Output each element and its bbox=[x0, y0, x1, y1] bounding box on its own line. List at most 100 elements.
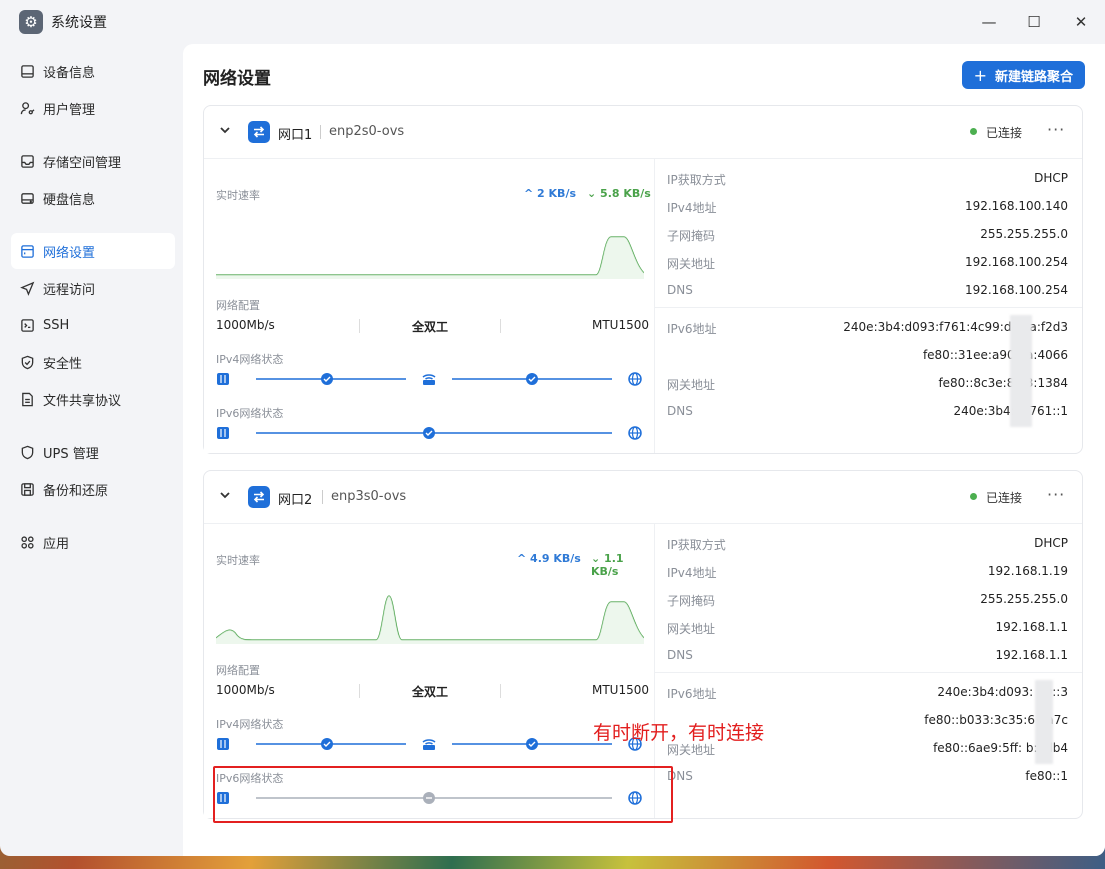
sidebar-item-label: 安全性 bbox=[43, 356, 83, 372]
info-row: 网关地址 192.168.1.1 bbox=[667, 620, 1068, 640]
info-key: DNS bbox=[667, 283, 693, 297]
divider bbox=[500, 684, 501, 698]
settings-window: ⚙ 系统设置 — ☐ ✕ 设备信息 用户管理 存储空间管理 硬盘信息 网络设置 … bbox=[0, 0, 1105, 856]
sidebar-item-label: 应用 bbox=[43, 536, 70, 552]
sidebar-item-user-management[interactable]: 用户管理 bbox=[11, 90, 175, 126]
sidebar-item-ssh[interactable]: SSH bbox=[11, 307, 175, 343]
info-key: IPv4地址 bbox=[667, 566, 717, 580]
sidebar-item-backup[interactable]: 备份和还原 bbox=[11, 471, 175, 507]
port-swap-icon bbox=[248, 486, 270, 508]
port-name: 网口2 bbox=[278, 493, 313, 508]
user-key-icon bbox=[19, 100, 35, 116]
port-name: 网口1 bbox=[278, 128, 313, 143]
plus-icon: + bbox=[973, 65, 987, 85]
sidebar-item-label: 网络设置 bbox=[43, 245, 96, 261]
link-speed: 1000Mb/s bbox=[216, 683, 275, 697]
terminal-icon bbox=[19, 317, 35, 333]
info-value: 240e:3b4:d093:f761:4c99:dc0 a:f2d3 bbox=[843, 320, 1068, 334]
monitor-icon bbox=[19, 63, 35, 79]
ipv6-status-flow bbox=[217, 426, 642, 440]
port-swap-icon bbox=[248, 121, 270, 143]
info-value: 192.168.1.19 bbox=[987, 564, 1068, 578]
duplex-mode: 全双工 bbox=[412, 320, 449, 334]
sidebar-item-device-info[interactable]: 设备信息 bbox=[11, 53, 175, 89]
info-value: fe80::1 bbox=[1025, 769, 1068, 783]
sidebar-item-network[interactable]: 网络设置 bbox=[11, 233, 175, 269]
port-device: enp2s0-ovs bbox=[329, 124, 405, 139]
info-row: IPv4地址 192.168.1.19 bbox=[667, 564, 1068, 584]
info-value: 192.168.1.1 bbox=[995, 648, 1068, 662]
port-card-header: 网口1 enp2s0-ovs 已连接 ··· bbox=[204, 106, 1082, 158]
info-row: DNS 192.168.100.254 bbox=[667, 283, 1068, 303]
sidebar-item-file-sharing[interactable]: 文件共享协议 bbox=[11, 381, 175, 417]
ipv4-status-flow bbox=[217, 372, 642, 386]
backup-icon bbox=[19, 481, 35, 497]
sidebar-item-label: SSH bbox=[43, 317, 70, 333]
sidebar-item-storage[interactable]: 存储空间管理 bbox=[11, 143, 175, 179]
port-info-panel: IP获取方式 DHCP IPv4地址 192.168.1.19 子网掩码 255.25… bbox=[655, 523, 1082, 818]
info-row: IPv6地址 240e:3b4:d093: 60::3 bbox=[667, 685, 1068, 705]
info-value: DHCP bbox=[1034, 171, 1068, 185]
send-icon bbox=[19, 280, 35, 296]
ipv4-status-label: IPv4网络状态 bbox=[216, 718, 284, 731]
speed-label: 实时速率 bbox=[216, 189, 260, 202]
file-icon bbox=[19, 391, 35, 407]
more-options-icon[interactable]: ··· bbox=[1047, 120, 1065, 139]
sidebar: 设备信息 用户管理 存储空间管理 硬盘信息 网络设置 远程访问 SSH 安全性 bbox=[0, 44, 183, 856]
ipv6-status-label: IPv6网络状态 bbox=[216, 407, 284, 420]
new-button-label: 新建链路聚合 bbox=[994, 69, 1073, 85]
minimize-button[interactable]: — bbox=[974, 8, 1004, 36]
maximize-button[interactable]: ☐ bbox=[1019, 8, 1049, 36]
info-row: IPv6地址 240e:3b4:d093:f761:4c99:dc0 a:f2d3 bbox=[667, 320, 1068, 340]
mtu: MTU1500 bbox=[592, 318, 650, 332]
upload-speed: ^ 2 KB/s bbox=[524, 187, 577, 200]
info-row: fe80::31ee:a909 a:4066 bbox=[667, 348, 1068, 368]
sidebar-item-disk-info[interactable]: 硬盘信息 bbox=[11, 180, 175, 216]
config-label: 网络配置 bbox=[216, 664, 260, 677]
info-value: fe80::8c3e:86 3:1384 bbox=[938, 376, 1068, 390]
info-row: 子网掩码 255.255.255.0 bbox=[667, 592, 1068, 612]
mtu: MTU1500 bbox=[592, 683, 650, 697]
new-link-aggregation-button[interactable]: + 新建链路聚合 bbox=[961, 61, 1085, 89]
sidebar-item-label: 存储空间管理 bbox=[43, 155, 122, 171]
info-key: IP获取方式 bbox=[667, 538, 726, 552]
info-row: DNS 192.168.1.1 bbox=[667, 648, 1068, 668]
port-stats-panel: 实时速率 ^ 2 KB/s ⌄ 5.8 KB/s 网络配置 1000Mb/s 全… bbox=[204, 158, 655, 453]
info-value: 192.168.100.254 bbox=[964, 255, 1068, 269]
sidebar-item-ups[interactable]: UPS 管理 bbox=[11, 434, 175, 470]
more-options-icon[interactable]: ··· bbox=[1047, 485, 1065, 504]
ipv4-status-label: IPv4网络状态 bbox=[216, 353, 284, 366]
traffic-sparkline bbox=[216, 595, 644, 644]
info-row: DNS 240e:3b4:c f761::1 bbox=[667, 404, 1068, 424]
sidebar-item-security[interactable]: 安全性 bbox=[11, 344, 175, 380]
info-key: 子网掩码 bbox=[667, 594, 716, 608]
info-key: DNS bbox=[667, 648, 693, 662]
download-speed: ⌄ 1.1 KB/s bbox=[591, 552, 624, 578]
close-button[interactable]: ✕ bbox=[1066, 8, 1096, 36]
sidebar-item-label: 设备信息 bbox=[43, 65, 96, 81]
info-row: IP获取方式 DHCP bbox=[667, 171, 1068, 191]
port-card-header: 网口2 enp3s0-ovs 已连接 ··· bbox=[204, 471, 1082, 523]
info-row: 网关地址 192.168.100.254 bbox=[667, 255, 1068, 275]
info-value: 192.168.1.1 bbox=[995, 620, 1068, 634]
gear-icon: ⚙ bbox=[19, 10, 43, 34]
disk-icon bbox=[19, 190, 35, 206]
info-key: DNS bbox=[667, 404, 693, 418]
info-row: 网关地址 fe80::8c3e:86 3:1384 bbox=[667, 376, 1068, 396]
info-value: fe80::31ee:a909 a:4066 bbox=[922, 348, 1068, 362]
sidebar-item-apps[interactable]: 应用 bbox=[11, 524, 175, 560]
storage-icon bbox=[19, 153, 35, 169]
info-value: 255.255.255.0 bbox=[980, 592, 1068, 606]
info-value: 192.168.100.140 bbox=[964, 199, 1068, 213]
chevron-down-icon[interactable] bbox=[219, 124, 231, 136]
divider bbox=[655, 672, 1082, 673]
traffic-sparkline bbox=[216, 236, 644, 279]
info-row: DNS fe80::1 bbox=[667, 769, 1068, 789]
link-speed: 1000Mb/s bbox=[216, 318, 275, 332]
sidebar-item-remote-access[interactable]: 远程访问 bbox=[11, 270, 175, 306]
title-bar: ⚙ 系统设置 — ☐ ✕ bbox=[0, 0, 1105, 44]
speed-label: 实时速率 bbox=[216, 554, 260, 567]
chevron-down-icon[interactable] bbox=[219, 489, 231, 501]
shield-icon bbox=[19, 354, 35, 370]
apps-icon bbox=[19, 534, 35, 550]
